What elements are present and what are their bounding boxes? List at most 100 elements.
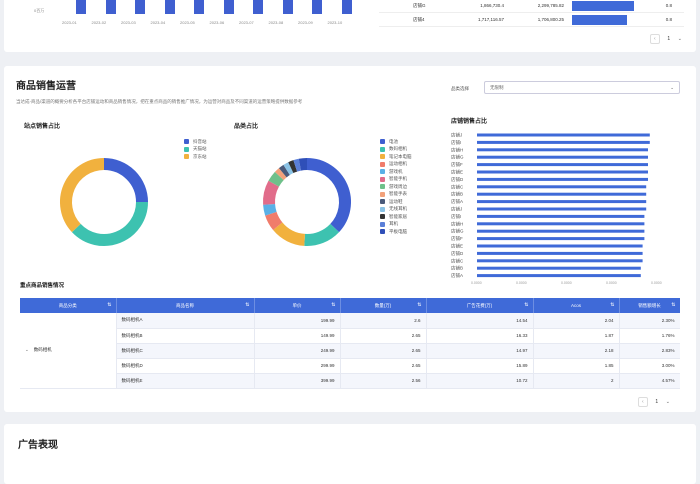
trend-bar <box>135 0 145 14</box>
trend-y-label: 0百万 <box>34 8 45 13</box>
table-header-cell[interactable]: Acos ⇅ <box>533 298 620 313</box>
chevron-down-icon[interactable]: ⌄ <box>678 36 682 42</box>
table-row[interactable]: 数码相机C 249.99 2.65 14.97 2.18 2.83% <box>20 343 680 359</box>
ad-section-title: 广告表现 <box>18 440 58 451</box>
section-description: 当达成-商品/渠道的概要分析各平台店铺运动和商品销售情况，把在重点商品的销售推广… <box>16 99 303 104</box>
table-cell: 1.87 <box>533 328 620 344</box>
sort-icon[interactable]: ⇅ <box>331 302 335 308</box>
category-donut-legend-item[interactable]: 无线耳机 <box>380 206 412 214</box>
trend-bar <box>76 0 86 14</box>
store-donut-legend-item[interactable]: 抖音站 <box>184 138 207 146</box>
trend-bars <box>68 0 368 14</box>
trend-x-tick: 2023-10 <box>327 20 343 25</box>
trend-x-tick: 2023-09 <box>298 20 313 25</box>
table-cell: 2.04 <box>533 313 620 329</box>
legend-swatch <box>184 154 189 160</box>
table-cell: 1.76% <box>619 328 680 344</box>
header-label: 单价 <box>292 302 302 308</box>
sort-icon[interactable]: ⇅ <box>610 302 614 308</box>
category-donut-legend-item[interactable]: 智能手机 <box>380 176 412 184</box>
bar-label: 店铺D <box>451 250 464 257</box>
category-donut-legend-item[interactable]: 游戏周边 <box>380 183 412 191</box>
prev-page-button[interactable]: ‹ <box>649 34 660 44</box>
table-row[interactable]: 数码相机B 149.99 2.65 16.33 1.87 1.76% <box>20 328 680 344</box>
category-donut-slice <box>278 164 290 178</box>
store-bar <box>477 163 648 167</box>
store-donut-legend-item[interactable]: 天猫站 <box>184 146 207 154</box>
legend-swatch <box>380 176 385 182</box>
bar-label: 店铺F <box>451 235 463 242</box>
store-bar <box>477 133 650 137</box>
legend-label: 游戏周边 <box>389 183 407 189</box>
table-header-cell[interactable]: 商品名称 ⇅ <box>116 298 255 313</box>
table-header-cell[interactable]: 广告花费(万) ⇅ <box>426 298 534 313</box>
legend-label: 智能家居 <box>389 213 407 219</box>
category-donut-legend-item[interactable]: 智能家居 <box>380 213 412 221</box>
header-label: 商品分类 <box>58 302 77 308</box>
table-header-cell[interactable]: 数量(万) ⇅ <box>340 298 427 313</box>
table-header-cell[interactable]: 单价 ⇅ <box>254 298 341 313</box>
table-row[interactable]: ⌄ 数码相机 数码相机A 199.99 2.6 14.54 2.04 2.30% <box>20 313 680 389</box>
bar-x-tick: 0.0000 <box>651 281 662 285</box>
category-filter-select[interactable]: 无限制 ⌄ <box>484 81 680 94</box>
collapse-icon[interactable]: ⌄ <box>25 347 29 352</box>
category-donut-legend-item[interactable]: 电池 <box>380 138 412 146</box>
table-cell: 1.85 <box>533 358 620 374</box>
summary-store: 店铺4 <box>413 17 425 22</box>
table-cell: 4.57% <box>619 373 680 389</box>
category-filter-value: 无限制 <box>490 85 504 90</box>
summary-value-a: 1,866,730.4 <box>480 3 504 8</box>
chevron-down-icon[interactable]: ⌄ <box>666 399 670 405</box>
category-donut-legend-item[interactable]: 智能手表 <box>380 191 412 199</box>
store-bar <box>477 177 648 181</box>
sort-icon[interactable]: ⇅ <box>107 302 111 308</box>
table-row[interactable]: 数码相机E 399.99 2.56 10.72 2 4.57% <box>20 373 680 389</box>
sort-icon[interactable]: ⇅ <box>417 302 421 308</box>
prev-page-button[interactable]: ‹ <box>637 397 648 407</box>
sort-icon[interactable]: ⇅ <box>671 302 675 308</box>
legend-label: 平板电脑 <box>389 228 407 234</box>
store-summary-table: 店铺G 1,866,730.4 2,299,785.82 0.8 店铺4 1,717,11… <box>379 0 684 30</box>
category-donut-legend-item[interactable]: 运动鞋 <box>380 198 412 206</box>
store-donut-chart <box>60 158 148 246</box>
legend-label: 运动相机 <box>389 161 407 167</box>
summary-store: 店铺G <box>413 3 426 8</box>
table-row[interactable]: 数码相机D 299.99 2.65 15.89 1.85 3.00% <box>20 358 680 374</box>
sort-icon[interactable]: ⇅ <box>524 302 528 308</box>
category-donut-legend-item[interactable]: 笔记本电脑 <box>380 153 412 161</box>
legend-label: 抖音站 <box>193 138 207 144</box>
legend-label: 运动鞋 <box>389 198 403 204</box>
table-cell: 299.99 <box>254 358 341 374</box>
category-donut-slice <box>274 168 287 181</box>
bar-label: 店铺H <box>451 220 463 227</box>
table-header-cell[interactable]: 商品分类 ⇅ <box>20 298 117 313</box>
page-number[interactable]: 1 <box>652 397 662 407</box>
category-donut-legend-item[interactable]: 耳机 <box>380 221 412 229</box>
page-number[interactable]: 1 <box>664 34 674 44</box>
category-donut-legend-item[interactable]: 数码相机 <box>380 146 412 154</box>
product-sales-card: 商品销售运营 当达成-商品/渠道的概要分析各平台店铺运动和商品销售情况，把在重点… <box>4 66 696 412</box>
legend-label: 无线耳机 <box>389 206 407 212</box>
trend-bar <box>253 0 263 14</box>
table-cell: 149.99 <box>254 328 341 344</box>
trend-bar <box>282 0 293 14</box>
table-header-cell[interactable]: 销售额增长 ⇅ <box>619 298 680 313</box>
category-donut-legend-item[interactable]: 游戏机 <box>380 168 412 176</box>
legend-label: 京东站 <box>193 153 207 159</box>
table-cell: 数码相机D <box>116 358 255 374</box>
category-donut-slice <box>283 162 294 176</box>
table-cell: 199.99 <box>254 313 341 329</box>
summary-row: 店铺4 1,717,116.57 1,706,800.25 0.8 <box>379 14 684 27</box>
legend-swatch <box>380 139 385 145</box>
legend-label: 耳机 <box>389 221 398 227</box>
store-donut-legend: 抖音站天猫站 京东站 <box>184 138 207 161</box>
sort-icon[interactable]: ⇅ <box>245 302 249 308</box>
bar-x-tick: 0.0000 <box>471 281 482 285</box>
category-donut-legend-item[interactable]: 运动相机 <box>380 161 412 169</box>
table-cell: 数码相机E <box>116 373 255 389</box>
store-donut-legend-item[interactable]: 京东站 <box>184 153 207 161</box>
category-donut-legend-item[interactable]: 平板电脑 <box>380 228 412 236</box>
bar-label: 店铺G <box>451 154 464 161</box>
category-donut-chart <box>263 158 351 246</box>
category-group-cell[interactable]: ⌄ 数码相机 <box>20 313 117 389</box>
